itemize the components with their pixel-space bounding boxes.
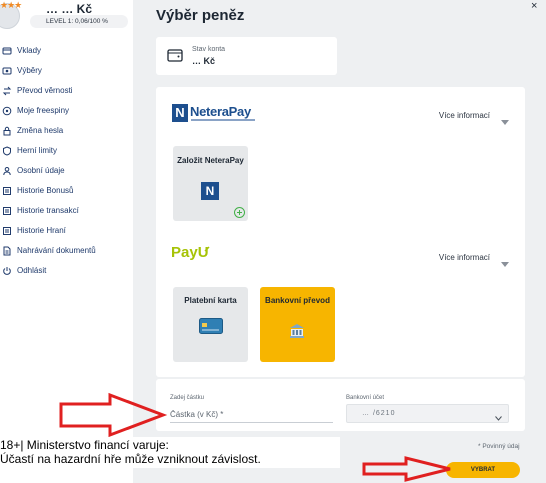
wallet-icon [167,48,183,62]
limits-icon [2,146,12,156]
sidebar-item-game-history[interactable]: Historie Hraní [0,221,133,241]
sidebar-item-label: Převod věrnosti [17,86,73,95]
sidebar-item-label: Výběry [17,66,42,75]
user-card: ★★★ … … Kč LEVEL 1: 0,06/100 % [0,0,133,34]
sidebar-nav: Vklady Výběry Převod věrnosti Moje frees… [0,41,133,281]
payu-more-info-link[interactable]: Více informací [439,253,490,262]
withdraw-button[interactable]: VYBRAT [446,462,520,478]
balance-label: Stav konta [192,46,226,53]
payment-card-tile[interactable]: Platební karta [173,287,248,362]
game-history-icon [2,226,12,236]
payment-methods-panel: N NeteraPay Více informací Založit Neter… [156,87,525,377]
required-field-note: * Povinný údaj [478,443,520,450]
sidebar-item-label: Historie Hraní [17,226,66,235]
sidebar-item-personal-info[interactable]: Osobní údaje [0,161,133,181]
sidebar-item-limits[interactable]: Herní limity [0,141,133,161]
chevron-down-icon [495,411,502,421]
sidebar-item-transaction-history[interactable]: Historie transakcí [0,201,133,221]
sidebar-item-label: Moje freespiny [17,106,70,115]
neterapay-logo-text: NeteraPay [190,104,251,119]
close-icon[interactable]: × [531,0,537,12]
balance-card: Stav konta … Kč [156,37,337,75]
payu-logo: PayU [171,244,210,261]
sidebar-item-password[interactable]: Změna hesla [0,121,133,141]
loyalty-transfer-icon [2,86,12,96]
sidebar-item-label: Změna hesla [17,126,64,135]
sidebar-item-logout[interactable]: Odhlásit [0,261,133,281]
sidebar-item-loyalty-transfer[interactable]: Převod věrnosti [0,81,133,101]
page-title: Výběr peněz [156,7,245,24]
bank-icon [289,323,305,339]
plus-circle-icon[interactable] [234,207,245,218]
sidebar-item-label: Odhlásit [17,266,47,275]
payu-logo-text: PayU [171,244,209,261]
sidebar-item-deposits[interactable]: Vklady [0,41,133,61]
credit-card-icon [199,318,223,334]
lock-icon [2,126,12,136]
neterapay-logo-mark: N [172,104,188,122]
amount-input[interactable] [170,406,333,423]
neterapay-icon: N [201,182,219,200]
create-neterapay-tile[interactable]: Založit NeteraPay N [173,146,248,221]
deposit-icon [2,46,12,56]
chevron-down-icon[interactable] [501,255,509,267]
warning-line-1: 18+| Ministerstvo financí varuje: [0,438,169,452]
bank-account-label: Bankovní účet [346,395,385,401]
neterapay-logo-tagline [191,119,255,121]
document-upload-icon [2,246,12,256]
sidebar-item-label: Vklady [17,46,42,55]
neterapay-more-info-link[interactable]: Více informací [439,111,490,120]
sidebar-item-withdrawals[interactable]: Výběry [0,61,133,81]
bank-transfer-tile[interactable]: Bankovní převod [260,287,335,362]
user-icon [2,166,12,176]
withdrawal-icon [2,66,12,76]
chevron-down-icon[interactable] [501,113,509,125]
transactions-history-icon [2,206,12,216]
bank-transfer-label: Bankovní převod [265,296,330,305]
sidebar-item-label: Historie Bonusů [17,186,74,195]
annotation-arrow-withdraw [362,456,451,482]
withdrawal-form: Zadej částku Bankovní účet … /6210 [156,379,525,431]
gambling-warning: 18+| Ministerstvo financí varuje: Účastí… [0,437,340,468]
sidebar-item-label: Osobní údaje [17,166,65,175]
rating-stars-icon: ★★★ [0,0,22,10]
logout-icon [2,266,12,276]
sidebar-item-label: Nahrávání dokumentů [17,246,96,255]
sidebar-item-document-upload[interactable]: Nahrávání dokumentů [0,241,133,261]
sidebar-item-bonus-history[interactable]: Historie Bonusů [0,181,133,201]
sidebar-balance: … … Kč [46,2,93,16]
warning-line-2: Účastí na hazardní hře může vzniknout zá… [0,452,261,466]
bonus-history-icon [2,186,12,196]
annotation-arrow-amount [59,392,168,438]
level-text: LEVEL 1: 0,06/100 % [46,18,108,25]
payu-logo-mark [204,239,210,252]
bank-account-value: … /6210 [362,410,396,417]
create-neterapay-label: Založit NeteraPay [177,156,244,165]
sidebar-item-label: Historie transakcí [17,206,79,215]
bank-account-select[interactable]: … /6210 [346,404,509,423]
payment-card-label: Platební karta [184,296,237,305]
amount-label: Zadej částku [170,395,205,401]
neterapay-logo: N NeteraPay [172,104,262,126]
freespins-icon [2,106,12,116]
level-badge: LEVEL 1: 0,06/100 % [30,15,128,28]
sidebar-item-freespins[interactable]: Moje freespiny [0,101,133,121]
balance-value: … Kč [192,56,216,66]
sidebar-item-label: Herní limity [17,146,58,155]
